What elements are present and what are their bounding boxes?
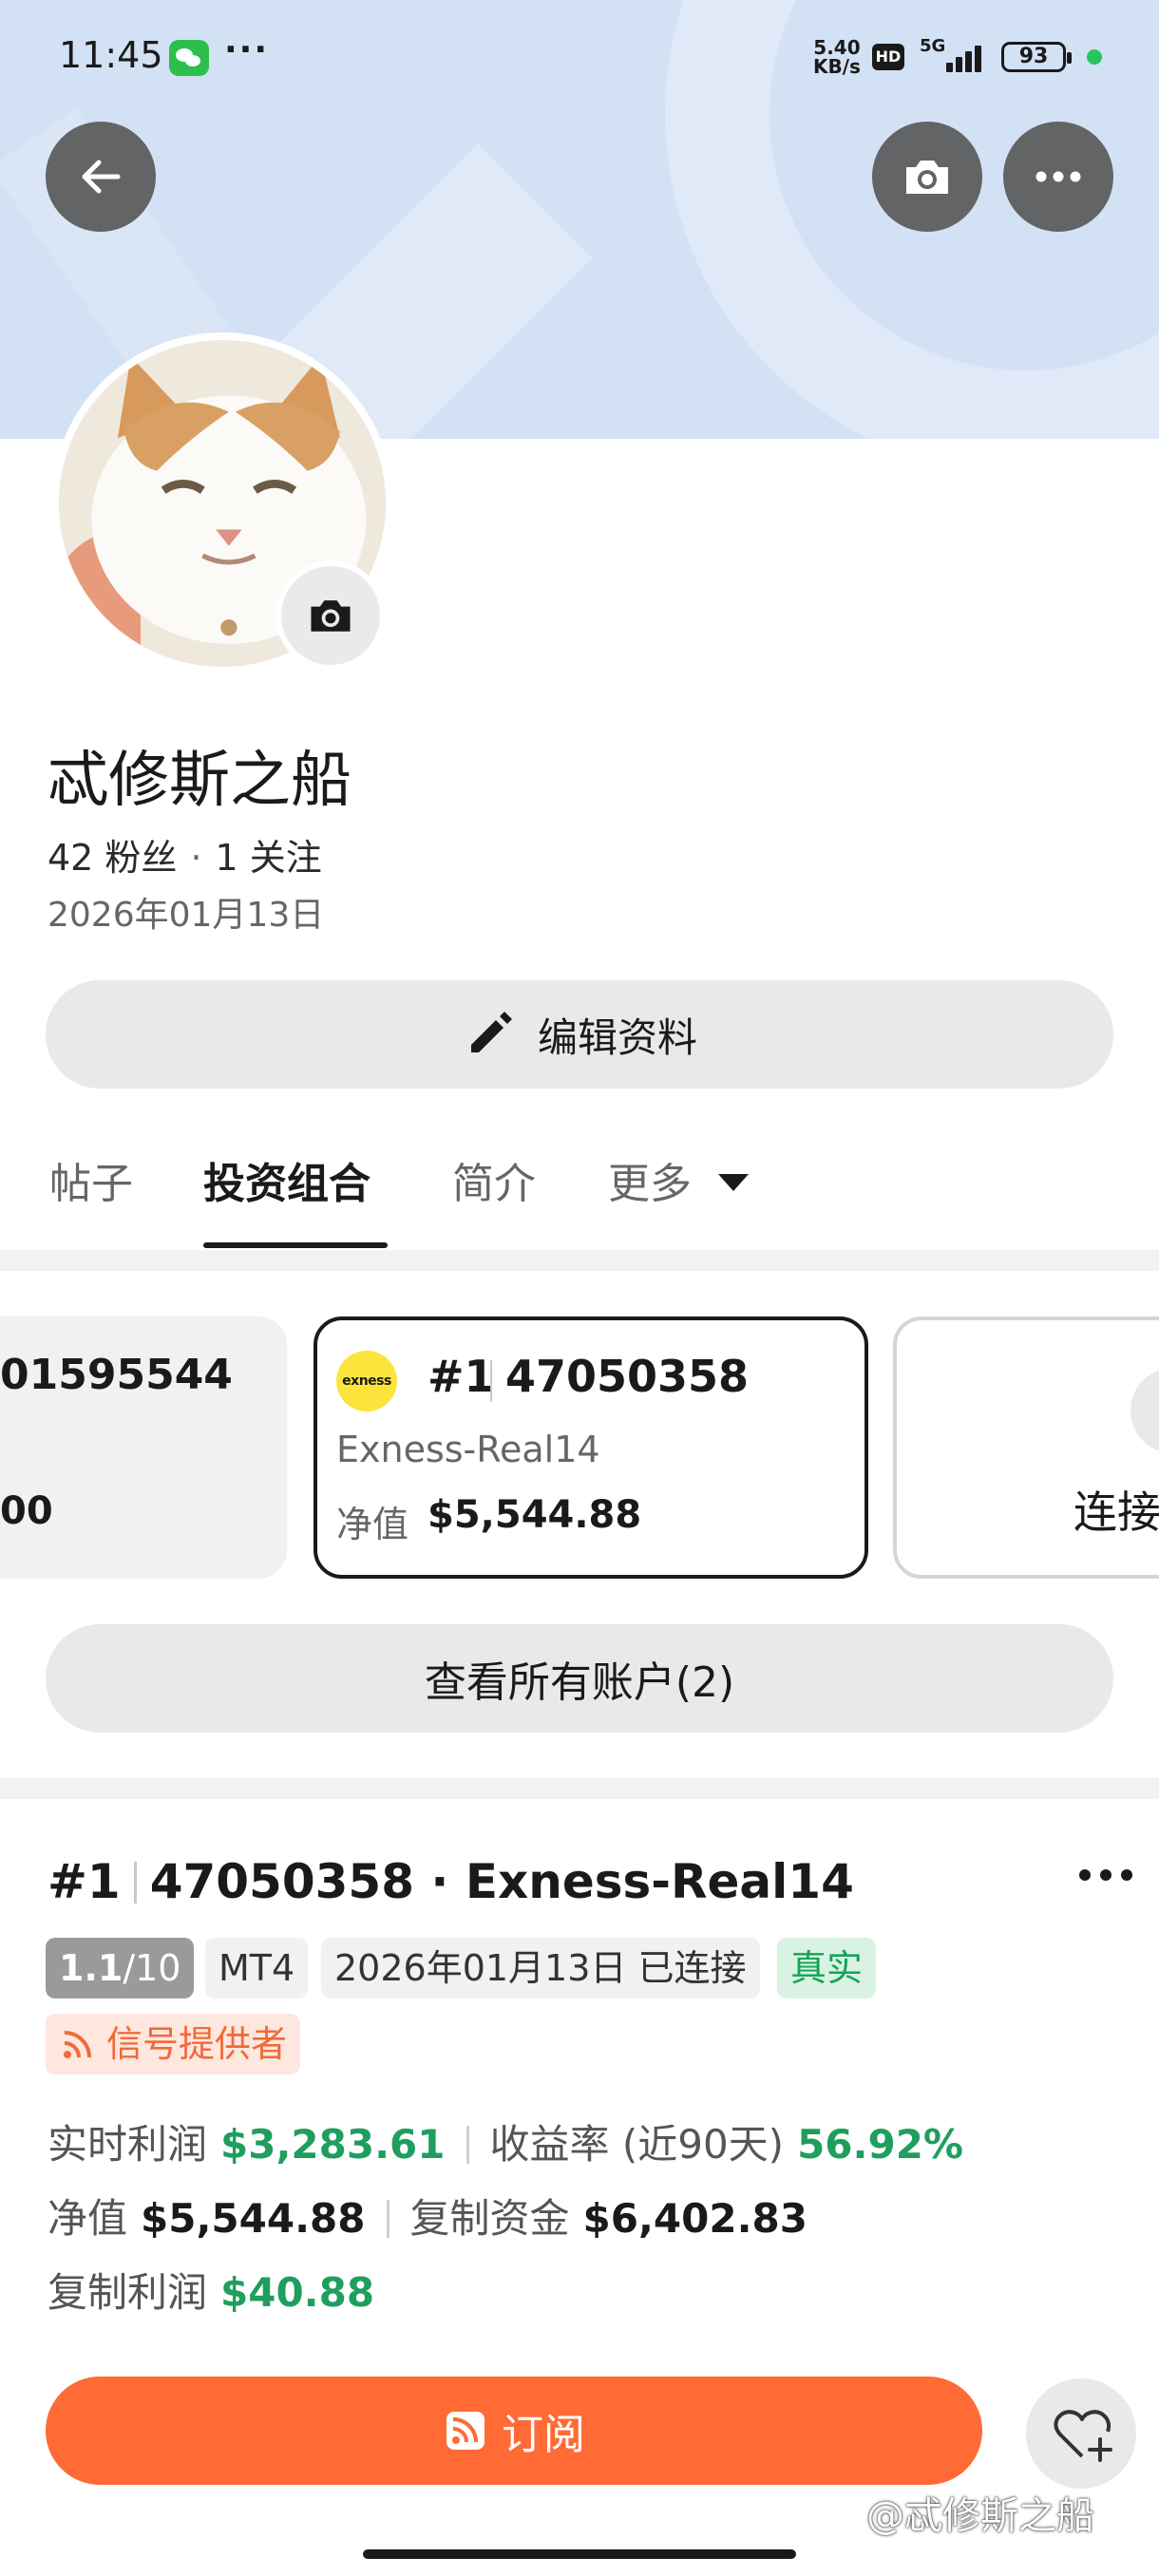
favorite-button[interactable] xyxy=(1026,2378,1136,2489)
stats-row-2: 净值 $5,544.88 复制资金 $6,402.83 xyxy=(48,2195,808,2242)
privacy-dot-icon xyxy=(1087,49,1102,65)
account-rank: #1 xyxy=(428,1351,495,1402)
more-horizontal-icon xyxy=(1036,171,1081,182)
watermark: @忒修斯之船 xyxy=(866,2494,1094,2538)
status-time: 11:45 xyxy=(59,34,163,76)
copy-profit-value: $40.88 xyxy=(220,2269,375,2316)
subscribe-icon xyxy=(446,2412,484,2450)
back-button[interactable] xyxy=(46,122,156,232)
edit-profile-button[interactable]: 编辑资料 xyxy=(46,980,1113,1089)
connected-date-badge: 2026年01月13日 已连接 xyxy=(321,1938,760,1998)
active-tab-indicator xyxy=(203,1242,388,1248)
status-more-icon: ··· xyxy=(224,30,270,69)
exness-logo-icon: exness xyxy=(336,1351,397,1411)
copy-funds-value: $6,402.83 xyxy=(582,2195,808,2242)
account-more-button[interactable] xyxy=(1079,1843,1136,1881)
account-detail-title: #1 47050358 · Exness-Real14 xyxy=(48,1854,854,1909)
profile-tabs: 帖子 投资组合 简介 更多 xyxy=(0,1140,1159,1252)
section-divider xyxy=(0,1250,1159,1271)
detail-equity-value: $5,544.88 xyxy=(141,2195,366,2242)
realtime-profit-value: $3,283.61 xyxy=(220,2121,446,2168)
tab-intro[interactable]: 简介 xyxy=(452,1149,536,1210)
tab-portfolio[interactable]: 投资组合 xyxy=(203,1149,370,1210)
hd-badge: HD xyxy=(872,44,904,70)
account-number: 47050358 xyxy=(505,1351,750,1402)
account-card-selected[interactable]: exness #1 47050358 Exness-Real14 净值 $5,5… xyxy=(314,1316,868,1579)
connect-label: 连接 xyxy=(1074,1487,1159,1538)
platform-badge: MT4 xyxy=(205,1938,309,1998)
network-type: 5G xyxy=(920,36,946,56)
camera-icon xyxy=(311,600,351,632)
followers-count[interactable]: 42 粉丝 xyxy=(48,837,177,879)
account-server: Exness-Real14 xyxy=(336,1429,600,1470)
pencil-icon xyxy=(470,1012,512,1052)
connect-account-card[interactable]: 连接 xyxy=(893,1316,1159,1579)
equity-value: $5,544.88 xyxy=(428,1493,642,1537)
following-count[interactable]: 1 关注 xyxy=(216,837,322,879)
view-all-accounts-button[interactable]: 查看所有账户(2) xyxy=(46,1624,1113,1733)
signal-provider-badge: 信号提供者 xyxy=(46,2014,301,2074)
rss-icon xyxy=(64,2031,91,2058)
network-speed: 5.40 KB/s xyxy=(813,36,861,78)
change-cover-button[interactable] xyxy=(872,122,982,232)
tab-more[interactable]: 更多 xyxy=(608,1149,692,1210)
section-divider xyxy=(0,1778,1159,1799)
real-account-badge: 真实 xyxy=(777,1938,877,1998)
status-bar: 11:45 ··· 5.40 KB/s HD 5G 93 xyxy=(0,0,1159,114)
stats-row-1: 实时利润 $3,283.61 收益率 (近90天) 56.92% xyxy=(48,2121,964,2168)
account-card-previous[interactable]: 01595544 00 xyxy=(0,1316,287,1579)
rating-badge: 1.1/10 xyxy=(46,1938,194,1998)
subscribe-button[interactable]: 订阅 xyxy=(46,2377,982,2485)
chevron-down-icon xyxy=(718,1174,749,1191)
home-indicator[interactable] xyxy=(363,2549,796,2559)
change-avatar-button[interactable] xyxy=(276,560,386,671)
yield-value: 56.92% xyxy=(797,2121,964,2168)
stats-row-3: 复制利润 $40.88 xyxy=(48,2269,375,2316)
follow-stats: 42 粉丝 · 1 关注 xyxy=(48,837,322,879)
equity-label: 净值 xyxy=(336,1504,409,1545)
plus-icon xyxy=(1130,1368,1159,1453)
tab-posts[interactable]: 帖子 xyxy=(49,1149,133,1210)
joined-date: 2026年01月13日 xyxy=(48,896,325,935)
profile-name: 忒修斯之船 xyxy=(48,746,352,816)
camera-icon xyxy=(906,161,948,194)
battery-indicator: 93 xyxy=(1001,42,1072,72)
arrow-left-icon xyxy=(82,160,121,194)
wechat-notification-icon xyxy=(169,40,209,76)
signal-bars-icon xyxy=(946,42,990,72)
heart-plus-icon xyxy=(1054,2410,1112,2462)
more-options-button[interactable] xyxy=(1003,122,1113,232)
